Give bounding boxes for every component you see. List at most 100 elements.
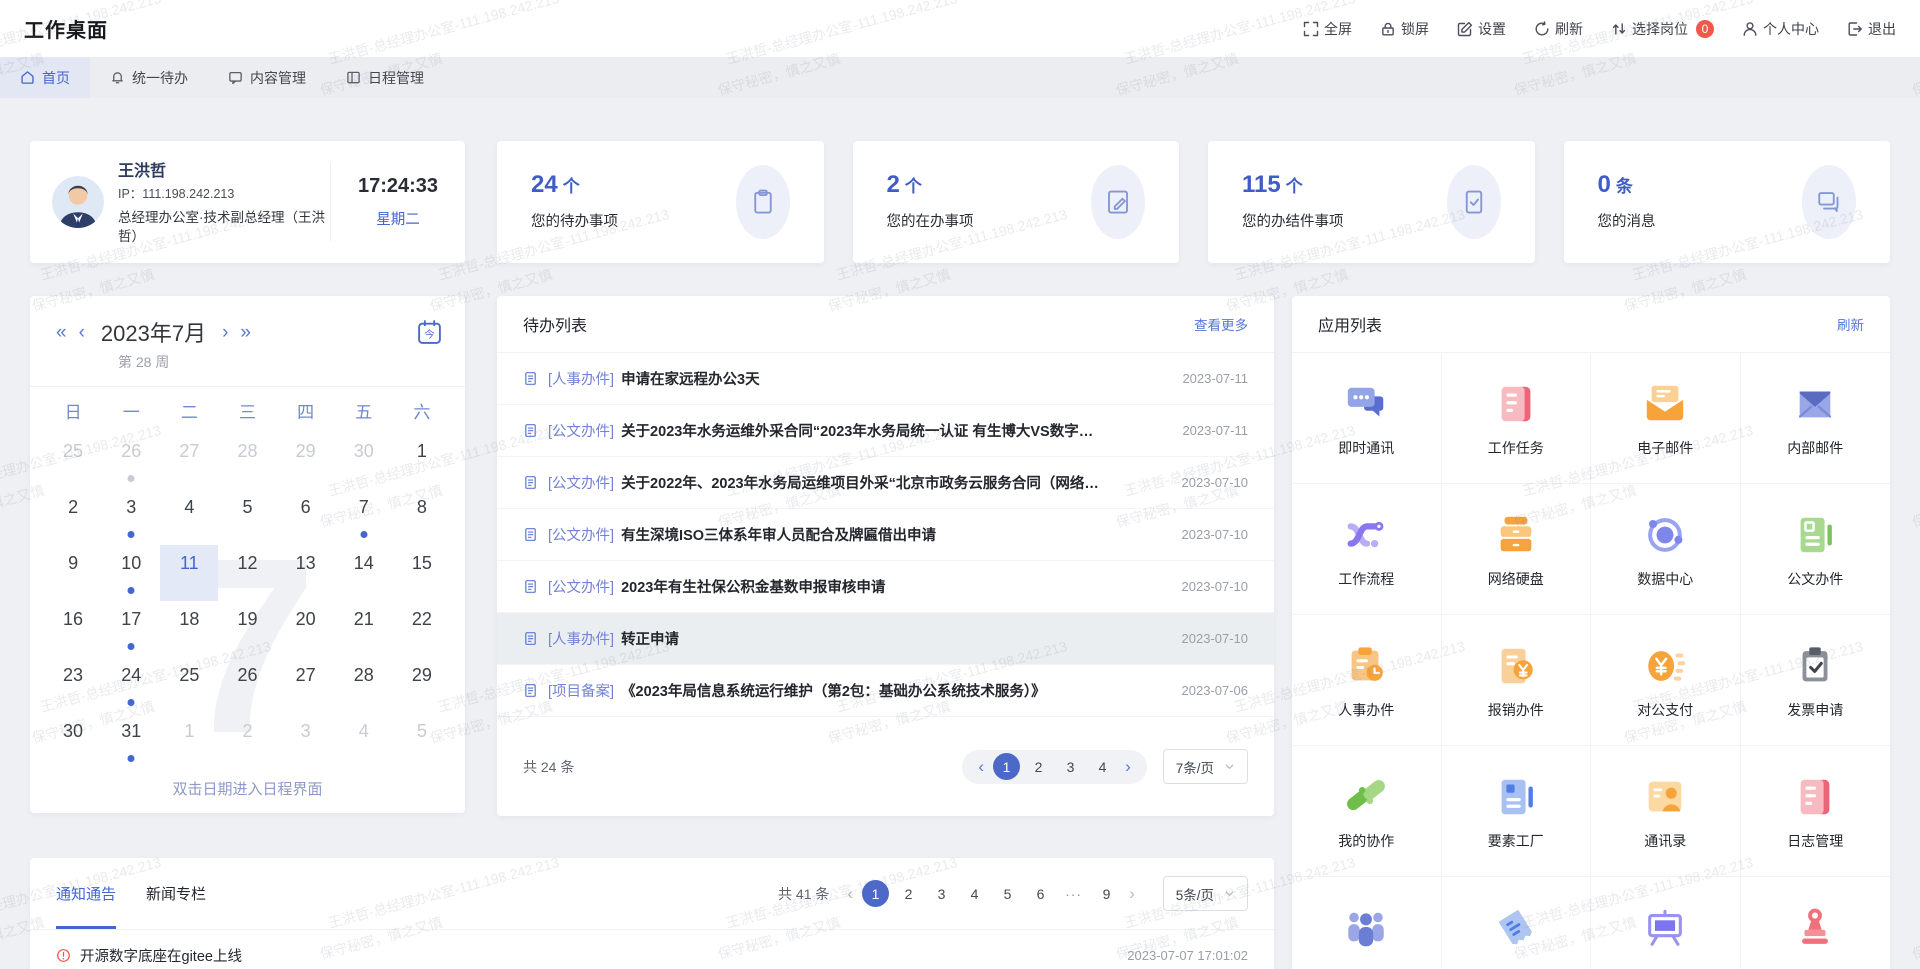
app-item-9[interactable]: 报销办件 xyxy=(1442,615,1592,746)
stat-card-0[interactable]: 24个您的待办事项 xyxy=(497,141,824,263)
calendar-day[interactable]: 29 xyxy=(277,433,335,489)
page-button-4[interactable]: 4 xyxy=(1089,753,1116,780)
apps-refresh-link[interactable]: 刷新 xyxy=(1837,314,1864,334)
calendar-day[interactable]: 2 xyxy=(218,713,276,769)
page-button-2[interactable]: 2 xyxy=(1025,753,1052,780)
app-item-8[interactable]: 人事办件 xyxy=(1292,615,1442,746)
page-button-5[interactable]: 5 xyxy=(994,880,1021,907)
next-page-button[interactable]: › xyxy=(1126,884,1138,904)
calendar-day[interactable]: 13 xyxy=(277,545,335,601)
calendar-day[interactable]: 28 xyxy=(335,657,393,713)
next-year-button[interactable]: » xyxy=(240,323,251,342)
appbar-action-profile[interactable]: 个人中心 xyxy=(1742,19,1819,39)
app-item-7[interactable]: 公文办件 xyxy=(1741,484,1891,615)
calendar-day[interactable]: 24 xyxy=(102,657,160,713)
calendar-day[interactable]: 26 xyxy=(102,433,160,489)
page-button-1[interactable]: 1 xyxy=(862,880,889,907)
appbar-action-logout[interactable]: 退出 xyxy=(1847,19,1896,39)
prev-page-button[interactable]: ‹ xyxy=(844,884,856,904)
page-button-2[interactable]: 2 xyxy=(895,880,922,907)
page-button-4[interactable]: 4 xyxy=(961,880,988,907)
tab-unified-todo[interactable]: 统一待办 xyxy=(90,57,208,98)
app-item-15[interactable]: 日志管理 xyxy=(1741,746,1891,877)
calendar-day[interactable]: 4 xyxy=(160,489,218,545)
calendar-day[interactable]: 3 xyxy=(277,713,335,769)
stat-card-3[interactable]: 0条您的消息 xyxy=(1564,141,1891,263)
todo-row[interactable]: [公文办件]关于2023年水务运维外采合同“2023年水务局统一认证 有生博大V… xyxy=(497,404,1274,456)
calendar-day[interactable]: 4 xyxy=(335,713,393,769)
calendar-day-selected[interactable]: 11 xyxy=(160,545,218,601)
calendar-day[interactable]: 27 xyxy=(277,657,335,713)
app-item-12[interactable]: 我的协作 xyxy=(1292,746,1442,877)
app-item-11[interactable]: 发票申请 xyxy=(1741,615,1891,746)
calendar-day[interactable]: 7 xyxy=(335,489,393,545)
calendar-day[interactable]: 18 xyxy=(160,601,218,657)
calendar-day[interactable]: 6 xyxy=(277,489,335,545)
app-item-3[interactable]: 内部邮件 xyxy=(1741,353,1891,484)
prev-page-button[interactable]: ‹ xyxy=(974,757,988,777)
calendar-day[interactable]: 28 xyxy=(218,433,276,489)
todo-row[interactable]: [公文办件]2023年有生社保公积金基数申报审核申请2023-07-10 xyxy=(497,560,1274,612)
news-page-size-select[interactable]: 5条/页 xyxy=(1163,876,1248,911)
stat-card-2[interactable]: 115个您的办结件事项 xyxy=(1208,141,1535,263)
appbar-action-settings[interactable]: 设置 xyxy=(1457,19,1506,39)
appbar-action-refresh[interactable]: 刷新 xyxy=(1534,19,1583,39)
next-page-button[interactable]: › xyxy=(1121,757,1135,777)
calendar-day[interactable]: 30 xyxy=(335,433,393,489)
appbar-action-fullscreen[interactable]: 全屏 xyxy=(1303,19,1352,39)
news-tab-0[interactable]: 通知通告 xyxy=(56,858,116,929)
calendar-day[interactable]: 5 xyxy=(218,489,276,545)
calendar-day[interactable]: 9 xyxy=(44,545,102,601)
app-item-2[interactable]: 电子邮件 xyxy=(1591,353,1741,484)
todo-page-size-select[interactable]: 7条/页 xyxy=(1163,749,1248,784)
tab-content-mgmt[interactable]: 内容管理 xyxy=(208,57,326,98)
app-item-16[interactable] xyxy=(1292,877,1442,969)
prev-month-button[interactable]: ‹ xyxy=(79,323,85,342)
todo-row[interactable]: [公文办件]有生深境ISO三体系年审人员配合及牌匾借出申请2023-07-10 xyxy=(497,508,1274,560)
calendar-day[interactable]: 15 xyxy=(393,545,451,601)
todo-row[interactable]: [人事办件]申请在家远程办公3天2023-07-11 xyxy=(497,353,1274,404)
app-item-4[interactable]: 工作流程 xyxy=(1292,484,1442,615)
calendar-day[interactable]: 8 xyxy=(393,489,451,545)
app-item-6[interactable]: 数据中心 xyxy=(1591,484,1741,615)
app-item-1[interactable]: 工作任务 xyxy=(1442,353,1592,484)
prev-year-button[interactable]: « xyxy=(56,323,67,342)
calendar-day[interactable]: 14 xyxy=(335,545,393,601)
calendar-day[interactable]: 27 xyxy=(160,433,218,489)
tab-schedule-mgmt[interactable]: 日程管理 xyxy=(326,57,444,98)
page-button-3[interactable]: 3 xyxy=(928,880,955,907)
calendar-day[interactable]: 25 xyxy=(44,433,102,489)
calendar-day[interactable]: 10 xyxy=(102,545,160,601)
view-more-link[interactable]: 查看更多 xyxy=(1194,314,1248,334)
app-item-5[interactable]: 网络硬盘 xyxy=(1442,484,1592,615)
calendar-day[interactable]: 12 xyxy=(218,545,276,601)
today-icon[interactable]: 今 xyxy=(416,319,443,346)
calendar-day[interactable]: 21 xyxy=(335,601,393,657)
calendar-day[interactable]: 2 xyxy=(44,489,102,545)
calendar-day[interactable]: 23 xyxy=(44,657,102,713)
calendar-day[interactable]: 16 xyxy=(44,601,102,657)
page-button-9[interactable]: 9 xyxy=(1093,880,1120,907)
todo-row[interactable]: [人事办件]转正申请2023-07-10 xyxy=(497,612,1274,664)
calendar-day[interactable]: 26 xyxy=(218,657,276,713)
calendar-day[interactable]: 5 xyxy=(393,713,451,769)
calendar-day[interactable]: 31 xyxy=(102,713,160,769)
page-button-6[interactable]: 6 xyxy=(1027,880,1054,907)
calendar-day[interactable]: 19 xyxy=(218,601,276,657)
tab-home[interactable]: 首页 xyxy=(0,57,90,98)
calendar-day[interactable]: 29 xyxy=(393,657,451,713)
todo-row[interactable]: [公文办件]关于2022年、2023年水务局运维项目外采“北京市政务云服务合同（… xyxy=(497,456,1274,508)
calendar-day[interactable]: 25 xyxy=(160,657,218,713)
calendar-day[interactable]: 30 xyxy=(44,713,102,769)
calendar-day[interactable]: 20 xyxy=(277,601,335,657)
app-item-19[interactable] xyxy=(1741,877,1891,969)
calendar-day[interactable]: 17 xyxy=(102,601,160,657)
app-item-0[interactable]: 即时通讯 xyxy=(1292,353,1442,484)
app-item-18[interactable] xyxy=(1591,877,1741,969)
news-tab-1[interactable]: 新闻专栏 xyxy=(146,858,206,929)
app-item-10[interactable]: 对公支付 xyxy=(1591,615,1741,746)
appbar-action-lock-screen[interactable]: 锁屏 xyxy=(1380,19,1429,39)
page-button-1[interactable]: 1 xyxy=(993,753,1020,780)
app-item-17[interactable] xyxy=(1442,877,1592,969)
calendar-day[interactable]: 1 xyxy=(393,433,451,489)
